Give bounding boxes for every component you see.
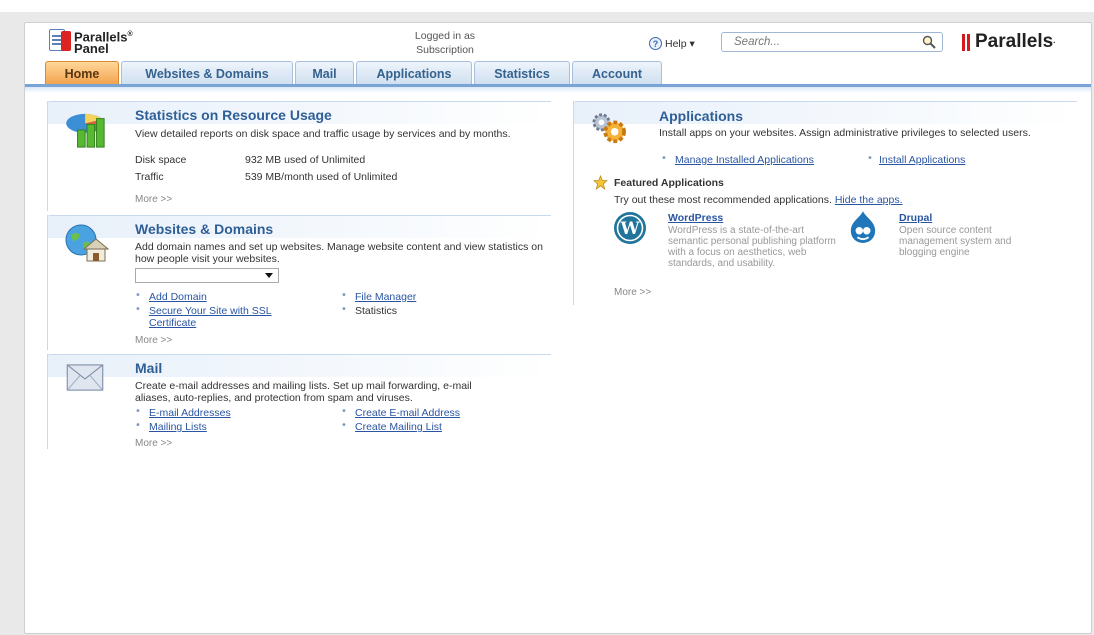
globe-house-icon — [65, 224, 109, 262]
statistics-card: Statistics on Resource Usage View detail… — [47, 101, 551, 211]
statistics-title[interactable]: Statistics on Resource Usage — [135, 107, 332, 123]
tab-mail[interactable]: Mail — [295, 61, 354, 85]
mail-description-line1: Create e-mail addresses and mailing list… — [135, 380, 472, 392]
chevron-down-icon — [265, 273, 273, 278]
search-input[interactable] — [732, 35, 916, 49]
star-icon — [593, 175, 608, 190]
wordpress-icon[interactable]: W — [613, 211, 647, 245]
bullet-icon: • — [135, 420, 141, 431]
search-box — [721, 32, 943, 52]
magnifier-icon[interactable] — [922, 35, 936, 49]
bullet-icon: • — [135, 304, 141, 315]
gears-icon — [592, 113, 626, 144]
applications-more-link[interactable]: More >> — [614, 287, 651, 298]
domain-select[interactable] — [135, 268, 279, 283]
bullet-icon: • — [661, 153, 667, 164]
websites-more-link[interactable]: More >> — [135, 335, 172, 346]
featured-applications-title: Featured Applications — [614, 177, 724, 189]
main-tabs: Home Websites & Domains Mail Application… — [45, 61, 664, 85]
applications-title[interactable]: Applications — [659, 108, 743, 124]
drupal-description: Open source content management system an… — [899, 225, 1012, 258]
login-info: Logged in as Subscription — [395, 29, 495, 57]
panel-logo-icon — [49, 29, 71, 51]
drupal-link[interactable]: Drupal — [899, 212, 932, 224]
svg-text:W: W — [619, 219, 640, 239]
tab-account[interactable]: Account — [572, 61, 662, 85]
add-domain-link[interactable]: Add Domain — [149, 291, 207, 303]
hide-apps-link[interactable]: Hide the apps. — [835, 194, 903, 206]
statistics-more-link[interactable]: More >> — [135, 194, 172, 205]
statistics-text: Statistics — [355, 305, 398, 317]
statistics-description: View detailed reports on disk space and … — [135, 128, 511, 140]
traffic-label: Traffic — [135, 171, 164, 183]
bullet-icon: • — [341, 304, 347, 315]
file-manager-link[interactable]: File Manager — [355, 291, 416, 303]
tab-applications[interactable]: Applications — [356, 61, 472, 85]
websites-domains-description: Add domain names and set up websites. Ma… — [135, 241, 543, 265]
secure-ssl-link-line2[interactable]: Certificate — [149, 317, 196, 329]
panel-frame: Parallels® Panel Logged in as Subscripti… — [24, 22, 1092, 634]
envelope-icon — [66, 364, 104, 391]
featured-intro: Try out these most recommended applicati… — [614, 194, 903, 206]
bullet-icon: • — [135, 406, 141, 417]
parallels-brand-logo: Parallels · — [962, 31, 1056, 53]
bullet-icon: • — [341, 420, 347, 431]
header: Parallels® Panel Logged in as Subscripti… — [25, 23, 1091, 61]
mail-title[interactable]: Mail — [135, 360, 162, 376]
bullet-icon: • — [867, 153, 873, 164]
drupal-icon[interactable] — [849, 210, 877, 244]
tab-home[interactable]: Home — [45, 61, 119, 85]
create-email-address-link[interactable]: Create E-mail Address — [355, 407, 460, 419]
tab-statistics[interactable]: Statistics — [474, 61, 570, 85]
login-label: Logged in as — [414, 30, 476, 42]
subscription-label: Subscription — [416, 44, 474, 56]
brand-bar-icon — [967, 33, 970, 51]
manage-installed-apps-link[interactable]: Manage Installed Applications — [675, 154, 814, 166]
bullet-icon: • — [135, 290, 141, 301]
bullet-icon: • — [341, 290, 347, 301]
mail-description-line2: aliases, auto-replies, and protection fr… — [135, 392, 413, 404]
disk-space-label: Disk space — [135, 154, 187, 166]
mailing-lists-link[interactable]: Mailing Lists — [149, 421, 207, 433]
applications-card: Applications Install apps on your websit… — [573, 101, 1077, 305]
brand-bar-icon — [962, 33, 965, 51]
disk-space-value: 932 MB used of Unlimited — [245, 154, 366, 166]
tab-websites-domains[interactable]: Websites & Domains — [121, 61, 293, 85]
help-icon: ? — [649, 37, 662, 50]
mail-more-link[interactable]: More >> — [135, 438, 172, 449]
wordpress-description: WordPress is a state-of-the-art semantic… — [668, 225, 836, 269]
email-addresses-link[interactable]: E-mail Addresses — [149, 407, 231, 419]
secure-ssl-link[interactable]: Secure Your Site with SSL — [149, 305, 272, 317]
window-top-strip — [0, 0, 1094, 12]
install-applications-link[interactable]: Install Applications — [879, 154, 965, 166]
bullet-icon: • — [341, 406, 347, 417]
panel-logo-text: Parallels® Panel — [74, 29, 133, 57]
statistics-chart-icon — [66, 113, 105, 148]
wordpress-link[interactable]: WordPress — [668, 212, 723, 224]
applications-description: Install apps on your websites. Assign ad… — [659, 127, 1031, 139]
traffic-value: 539 MB/month used of Unlimited — [245, 171, 398, 183]
create-mailing-list-link[interactable]: Create Mailing List — [355, 421, 442, 433]
websites-domains-title[interactable]: Websites & Domains — [135, 221, 273, 237]
parallels-panel-logo[interactable]: Parallels® Panel — [49, 29, 133, 55]
help-label: Help ▾ — [665, 37, 695, 50]
brand-text: Parallels — [975, 31, 1054, 52]
mail-card: Mail Create e-mail addresses and mailing… — [47, 354, 551, 449]
help-menu[interactable]: ? Help ▾ — [649, 37, 695, 50]
websites-domains-card: Websites & Domains Add domain names and … — [47, 215, 551, 350]
